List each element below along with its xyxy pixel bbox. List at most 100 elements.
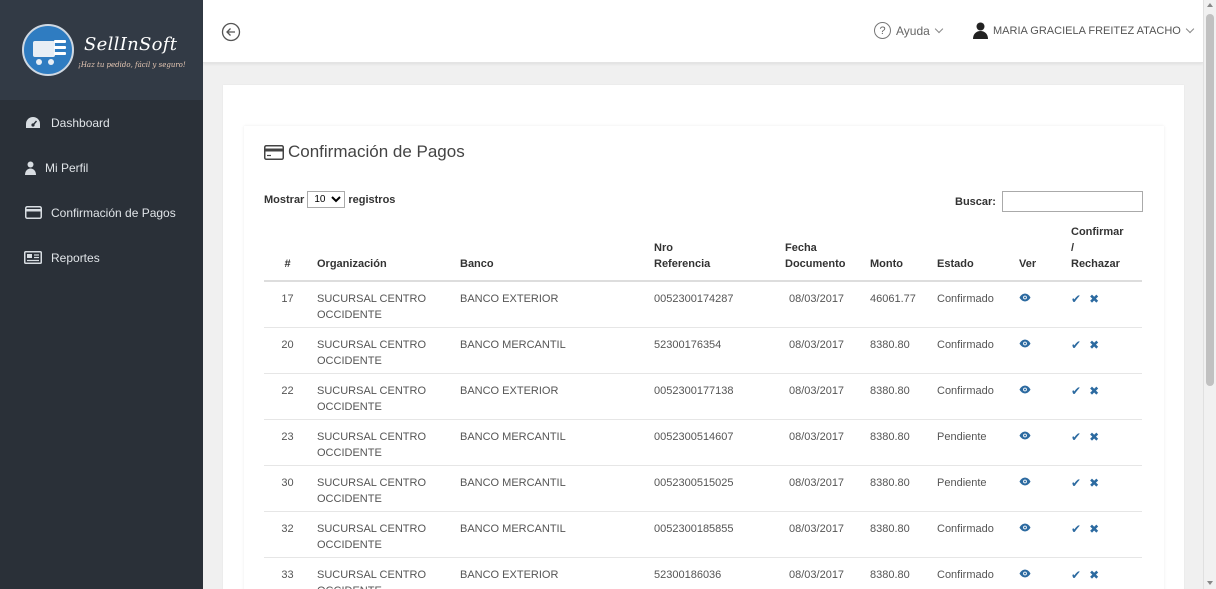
dashboard-icon	[24, 116, 42, 130]
confirm-check-icon[interactable]: ✔	[1071, 385, 1081, 397]
cell-estado: Confirmado	[931, 327, 1013, 374]
back-arrow-icon[interactable]	[221, 22, 241, 42]
sidebar-item-mi-perfil[interactable]: Mi Perfil	[0, 145, 203, 190]
cell-acciones: ✔ ✖	[1065, 511, 1142, 558]
help-menu[interactable]: ? Ayuda	[874, 22, 944, 39]
sidebar-item-label: Mi Perfil	[45, 160, 89, 175]
cell-fecha: 08/03/2017	[779, 465, 864, 512]
cell-estado: Confirmado	[931, 281, 1013, 328]
table-body: 17 SUCURSAL CENTRO OCCIDENTE BANCO EXTERIO…	[264, 281, 1142, 589]
col-header-ver[interactable]: Ver	[1013, 222, 1065, 282]
confirm-check-icon[interactable]: ✔	[1071, 569, 1081, 581]
sidebar: SellInSoft ¡Haz tu pedido, fácil y segur…	[0, 0, 203, 589]
cell-banco: BANCO MERCANTIL	[454, 327, 648, 374]
cell-fecha: 08/03/2017	[779, 419, 864, 466]
table-row: 23 SUCURSAL CENTRO OCCIDENTE BANCO MERCANT…	[264, 419, 1142, 466]
search-input[interactable]	[1001, 191, 1143, 212]
topbar: ? Ayuda MARIA GRACIELA FREITEZ ATACHO	[203, 0, 1203, 63]
cell-monto: 8380.80	[864, 419, 931, 466]
scroll-up-arrow-icon[interactable]	[1207, 3, 1213, 7]
col-header-organizacion[interactable]: Organización	[311, 222, 454, 282]
view-eye-icon[interactable]	[1019, 293, 1031, 305]
cell-estado: Confirmado	[931, 373, 1013, 420]
cell-organizacion: SUCURSAL CENTRO OCCIDENTE	[311, 465, 454, 512]
user-menu[interactable]: MARIA GRACIELA FREITEZ ATACHO	[973, 22, 1195, 39]
reject-x-icon[interactable]: ✖	[1089, 385, 1099, 397]
table-row: 33SUCURSAL CENTRO OCCIDENTEBANCO EXTERIO…	[264, 557, 1142, 589]
reject-x-icon[interactable]: ✖	[1089, 339, 1099, 351]
table-row: 20 SUCURSAL CENTRO OCCIDENTE BANCO MERCANT…	[264, 327, 1142, 374]
cell-ver	[1013, 373, 1065, 420]
credit-card-icon	[264, 144, 284, 160]
page-length-select[interactable]: 10	[307, 191, 346, 208]
view-eye-icon[interactable]	[1019, 431, 1031, 443]
report-icon	[24, 251, 42, 265]
cell-monto: 8380.80	[864, 373, 931, 420]
page-length-control: Mostrar 10 registros	[264, 191, 395, 208]
cell-num: 20	[264, 327, 311, 374]
reject-x-icon[interactable]: ✖	[1089, 477, 1099, 489]
cell-num: 17	[264, 281, 311, 328]
sidebar-nav: Dashboard Mi Perfil Confirmación de Pago…	[0, 100, 203, 280]
cell-estado: Confirmado	[931, 557, 1013, 589]
table-search: Buscar:	[955, 191, 1143, 212]
col-header-banco[interactable]: Banco	[454, 222, 648, 282]
cell-ver	[1013, 557, 1065, 589]
reject-x-icon[interactable]: ✖	[1089, 523, 1099, 535]
credit-card-icon	[24, 206, 42, 220]
cell-banco: BANCO MERCANTIL	[454, 465, 648, 512]
cell-acciones: ✔ ✖	[1065, 465, 1142, 512]
confirm-check-icon[interactable]: ✔	[1071, 477, 1081, 489]
view-eye-icon[interactable]	[1019, 523, 1031, 535]
view-eye-icon[interactable]	[1019, 339, 1031, 351]
sidebar-item-label: Reportes	[51, 250, 100, 265]
cell-referencia: 0052300515025	[648, 465, 779, 512]
col-header-fecha[interactable]: Fecha Documento	[779, 222, 864, 282]
scroll-down-arrow-icon[interactable]	[1207, 581, 1213, 585]
page-title-text: Confirmación de Pagos	[288, 142, 465, 161]
confirm-check-icon[interactable]: ✔	[1071, 523, 1081, 535]
sidebar-item-dashboard[interactable]: Dashboard	[0, 100, 203, 145]
view-eye-icon[interactable]	[1019, 385, 1031, 397]
question-circle-icon: ?	[874, 22, 891, 39]
col-header-num[interactable]: #	[264, 222, 311, 282]
reject-x-icon[interactable]: ✖	[1089, 431, 1099, 443]
cell-organizacion: SUCURSAL CENTRO OCCIDENTE	[311, 419, 454, 466]
brand-logo-icon	[22, 24, 74, 76]
cell-banco: BANCO EXTERIOR	[454, 373, 648, 420]
length-suffix: registros	[348, 193, 396, 206]
reject-x-icon[interactable]: ✖	[1089, 293, 1099, 305]
chevron-down-icon	[934, 24, 944, 34]
col-header-monto[interactable]: Monto	[864, 222, 931, 282]
reject-x-icon[interactable]: ✖	[1089, 569, 1099, 581]
view-eye-icon[interactable]	[1019, 569, 1031, 581]
cell-organizacion: SUCURSAL CENTRO OCCIDENTE	[311, 511, 454, 558]
cell-monto: 8380.80	[864, 327, 931, 374]
cell-ver	[1013, 327, 1065, 374]
cell-referencia: 52300176354	[648, 327, 779, 374]
col-header-estado[interactable]: Estado	[931, 222, 1013, 282]
cell-fecha: 08/03/2017	[779, 511, 864, 558]
sidebar-item-confirmacion-pagos[interactable]: Confirmación de Pagos	[0, 190, 203, 235]
confirm-check-icon[interactable]: ✔	[1071, 431, 1081, 443]
cell-referencia: 52300186036	[648, 557, 779, 589]
cell-num: 23	[264, 419, 311, 466]
cell-num: 30	[264, 465, 311, 512]
view-eye-icon[interactable]	[1019, 477, 1031, 489]
confirm-check-icon[interactable]: ✔	[1071, 293, 1081, 305]
cell-referencia: 0052300174287	[648, 281, 779, 328]
sidebar-item-label: Dashboard	[51, 115, 110, 130]
scroll-thumb[interactable]	[1206, 14, 1214, 386]
confirm-check-icon[interactable]: ✔	[1071, 339, 1081, 351]
search-label: Buscar:	[955, 195, 996, 208]
brand-header: SellInSoft ¡Haz tu pedido, fácil y segur…	[0, 0, 203, 100]
cell-num: 32	[264, 511, 311, 558]
col-header-referencia[interactable]: Nro Referencia	[648, 222, 779, 282]
table-row: 32 SUCURSAL CENTRO OCCIDENTE BANCO MERCANT…	[264, 511, 1142, 558]
cell-organizacion: SUCURSAL CENTRO OCCIDENTE	[311, 557, 454, 589]
sidebar-item-reportes[interactable]: Reportes	[0, 235, 203, 280]
page-scrollbar[interactable]	[1203, 0, 1216, 589]
page-title: Confirmación de Pagos	[264, 142, 465, 162]
col-header-acciones[interactable]: Confirmar / Rechazar	[1065, 222, 1142, 282]
cell-ver	[1013, 281, 1065, 328]
